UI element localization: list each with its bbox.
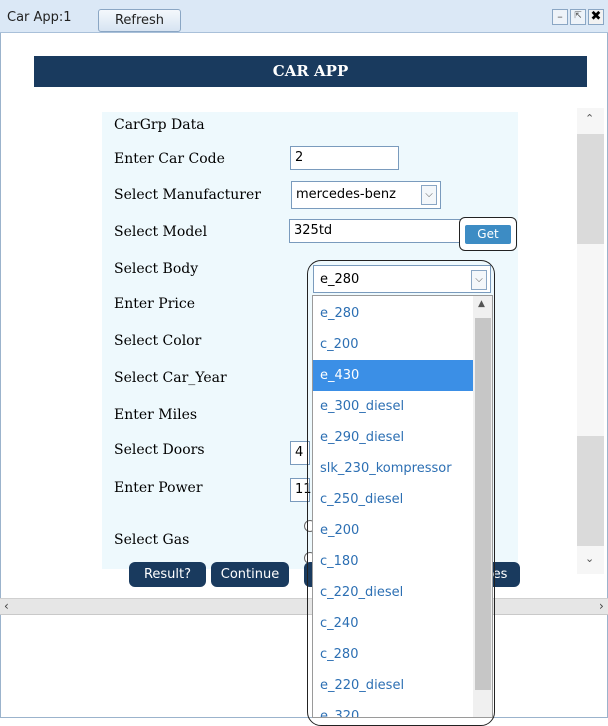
dropdown-option[interactable]: c_220_diesel <box>313 577 473 608</box>
car-year-label: Select Car_Year <box>114 370 227 386</box>
window-title: Car App:1 <box>7 10 72 25</box>
miles-label: Enter Miles <box>114 407 198 423</box>
doors-input[interactable]: 4 <box>290 441 310 465</box>
manufacturer-label: Select Manufacturer <box>114 187 261 203</box>
manufacturer-select[interactable]: mercedes-benz ⌵ <box>291 181 441 209</box>
continue-button[interactable]: Continue <box>211 562 289 587</box>
body-dropdown-list: e_280 c_200 e_430 e_300_diesel e_290_die… <box>312 295 493 718</box>
model-input[interactable]: 325td <box>289 219 461 243</box>
car-code-input[interactable]: 2 <box>290 146 399 170</box>
price-label: Enter Price <box>114 296 196 312</box>
chevron-down-icon[interactable]: ⌵ <box>471 270 487 290</box>
scrollbar-thumb-lower[interactable] <box>577 436 604 546</box>
dropdown-option[interactable]: slk_230_kompressor <box>313 453 473 484</box>
get-button-highlight: Get <box>459 217 517 251</box>
page-header: CAR APP <box>34 56 587 87</box>
minimize-icon[interactable]: – <box>552 9 568 25</box>
vertical-scrollbar[interactable]: ⌃ ⌄ <box>577 108 604 574</box>
close-icon[interactable]: ✖ <box>588 9 604 25</box>
dropdown-option[interactable]: e_320 <box>313 701 473 717</box>
dropdown-option[interactable]: e_300_diesel <box>313 391 473 422</box>
dropdown-scrollbar-thumb[interactable] <box>475 318 491 690</box>
scroll-left-icon[interactable]: ‹ <box>4 599 9 613</box>
body-select-value: e_280 <box>320 272 360 287</box>
scroll-down-icon[interactable]: ⌄ <box>585 552 594 565</box>
dropdown-option[interactable]: e_290_diesel <box>313 422 473 453</box>
body-label: Select Body <box>114 261 199 277</box>
result-button[interactable]: Result? <box>129 562 206 587</box>
dropdown-option[interactable]: e_220_diesel <box>313 670 473 701</box>
chevron-down-icon[interactable]: ⌵ <box>421 185 437 205</box>
dropdown-option[interactable]: c_200 <box>313 329 473 360</box>
popout-icon[interactable]: ⇱ <box>570 9 586 25</box>
body-select[interactable]: e_280 ⌵ <box>313 265 491 293</box>
power-input[interactable]: 11 <box>290 478 312 502</box>
model-label: Select Model <box>114 224 208 240</box>
scrollbar-thumb[interactable] <box>577 134 604 244</box>
scroll-right-icon[interactable]: › <box>599 599 604 613</box>
scroll-up-icon[interactable]: ⌃ <box>585 112 594 125</box>
color-label: Select Color <box>114 333 202 349</box>
dropdown-option[interactable]: e_280 <box>313 298 473 329</box>
power-label: Enter Power <box>114 480 203 496</box>
scroll-up-icon[interactable]: ▲ <box>478 299 485 309</box>
title-bar: Car App:1 Refresh – ⇱ ✖ <box>0 0 608 33</box>
dropdown-option[interactable]: c_180 <box>313 546 473 577</box>
horizontal-scrollbar[interactable]: ‹ › <box>0 598 608 614</box>
divider <box>0 614 608 615</box>
doors-label: Select Doors <box>114 442 205 458</box>
dropdown-scrollbar[interactable]: ▲ <box>473 296 492 717</box>
refresh-button[interactable]: Refresh <box>98 9 181 32</box>
manufacturer-value: mercedes-benz <box>296 187 396 202</box>
car-code-label: Enter Car Code <box>114 151 225 167</box>
dropdown-option[interactable]: c_250_diesel <box>313 484 473 515</box>
form-panel-lower-left <box>102 439 292 569</box>
get-button[interactable]: Get <box>465 225 511 244</box>
gas-label: Select Gas <box>114 532 190 548</box>
dropdown-option[interactable]: c_240 <box>313 608 473 639</box>
dropdown-option-highlighted[interactable]: e_430 <box>313 360 473 391</box>
dropdown-option[interactable]: c_280 <box>313 639 473 670</box>
section-title: CarGrp Data <box>114 117 205 133</box>
dropdown-option[interactable]: e_200 <box>313 515 473 546</box>
